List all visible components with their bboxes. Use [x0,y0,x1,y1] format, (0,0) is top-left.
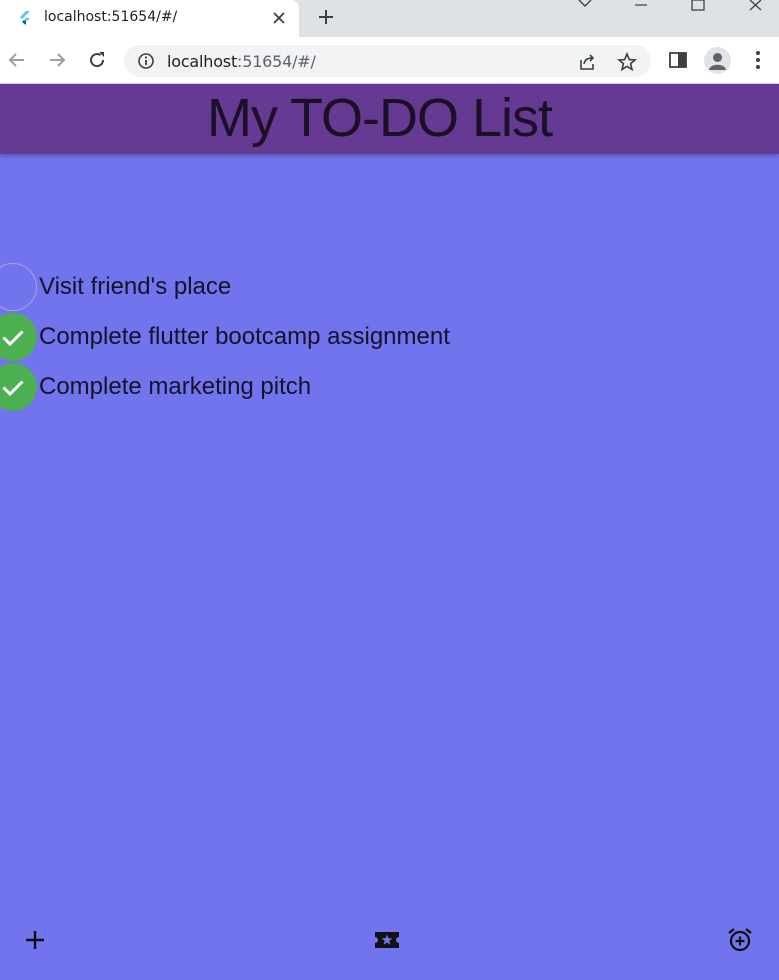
minimize-icon[interactable] [631,0,651,14]
bookmark-star-icon[interactable] [616,51,638,73]
new-tab-icon[interactable] [316,7,336,27]
add-icon[interactable] [22,927,48,953]
checkmark-icon [2,380,24,397]
maximize-icon[interactable] [688,0,708,14]
browser-menu-icon[interactable] [747,49,769,71]
side-panel-icon[interactable] [667,49,689,71]
app-bar: My TO-DO List [0,84,779,154]
reload-icon[interactable] [86,49,108,71]
url-host: localhost [167,52,238,71]
url-path: :51654/#/ [237,52,316,71]
todo-text: Visit friend's place [39,273,232,300]
site-info-icon[interactable] [137,52,155,70]
address-bar[interactable]: localhost:51654/#/ [124,45,651,77]
list-item[interactable]: Complete marketing pitch [0,362,779,412]
browser-tab[interactable]: localhost:51654/#/ [0,0,299,37]
todo-text: Complete marketing pitch [39,373,312,400]
browser-tab-strip: localhost:51654/#/ [0,0,779,37]
todo-checkbox-checked[interactable] [0,363,37,411]
todo-checkbox-checked[interactable] [0,313,37,361]
close-window-icon[interactable] [746,0,766,14]
todo-checkbox-unchecked[interactable] [0,263,37,311]
share-icon[interactable] [576,51,598,73]
list-item[interactable]: Complete flutter bootcamp assignment [0,312,779,362]
tab-title: localhost:51654/#/ [44,9,178,25]
checkmark-icon [2,330,24,347]
forward-icon[interactable] [46,49,68,71]
flutter-favicon-icon [20,11,30,25]
list-item[interactable]: Visit friend's place [0,262,779,312]
browser-toolbar: localhost:51654/#/ [0,37,779,84]
alarm-add-icon[interactable] [727,927,753,953]
todo-list: Visit friend's place Complete flutter bo… [0,262,779,412]
back-icon[interactable] [6,49,28,71]
ticket-star-icon[interactable] [374,927,400,953]
tab-search-chevron-icon[interactable] [575,0,595,14]
url-text[interactable]: localhost:51654/#/ [167,52,316,71]
todo-text: Complete flutter bootcamp assignment [39,323,450,350]
close-tab-icon[interactable] [271,10,287,26]
page-title: My TO-DO List [206,88,553,148]
profile-avatar-icon[interactable] [704,47,731,74]
